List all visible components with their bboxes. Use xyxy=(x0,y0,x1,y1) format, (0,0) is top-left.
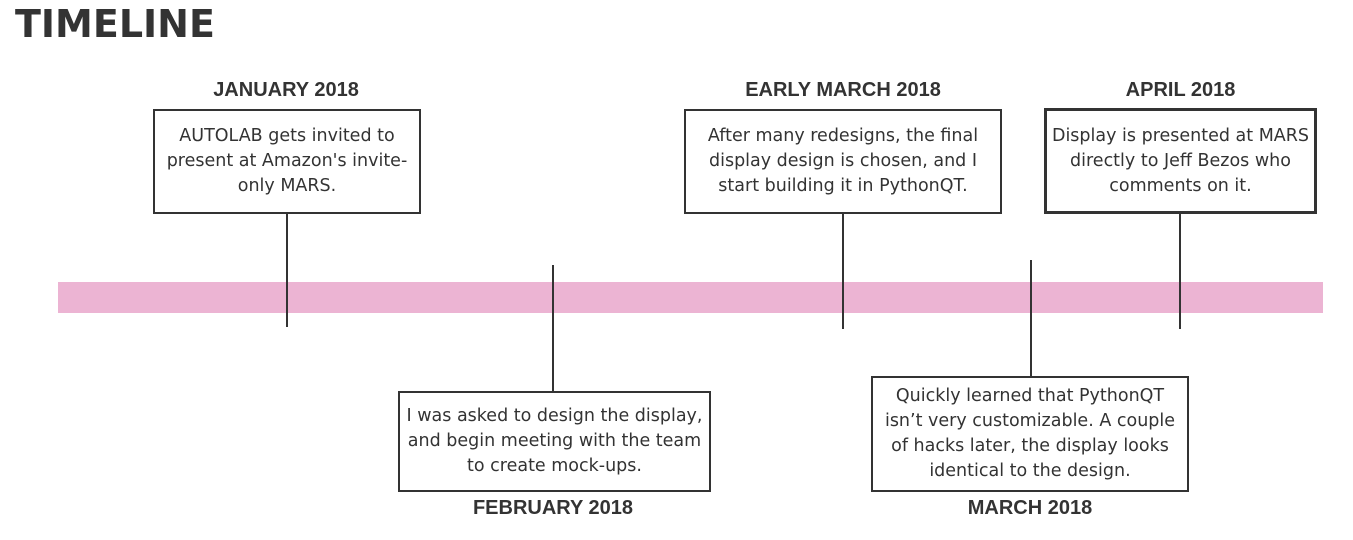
timeline-bar xyxy=(58,282,1323,313)
event-description: After many redesigns, the final display … xyxy=(707,126,979,196)
event-connector-line xyxy=(286,212,288,327)
event-description-box: AUTOLAB gets invited to present at Amazo… xyxy=(153,109,421,214)
event-description-box: I was asked to design the display, and b… xyxy=(398,391,711,492)
page-title: TIMELINE xyxy=(15,2,215,46)
event-description-box: After many redesigns, the final display … xyxy=(684,109,1002,214)
event-date: EARLY MARCH 2018 xyxy=(745,79,941,101)
event-date: JANUARY 2018 xyxy=(213,79,359,101)
event-date: APRIL 2018 xyxy=(1125,79,1236,101)
event-date: FEBRUARY 2018 xyxy=(472,497,634,519)
event-description-box: Quickly learned that PythonQT isn’t very… xyxy=(871,376,1189,492)
event-connector-line xyxy=(552,265,554,393)
event-date: MARCH 2018 xyxy=(967,497,1093,519)
event-description: AUTOLAB gets invited to present at Amazo… xyxy=(166,126,408,196)
event-connector-line xyxy=(1179,211,1181,329)
event-connector-line xyxy=(842,212,844,329)
event-description: I was asked to design the display, and b… xyxy=(406,406,703,476)
event-connector-line xyxy=(1030,260,1032,378)
event-description: Quickly learned that PythonQT isn’t very… xyxy=(884,386,1176,481)
event-description: Display is presented at MARS directly to… xyxy=(1051,125,1310,196)
event-description-box: Display is presented at MARS directly to… xyxy=(1044,108,1317,214)
